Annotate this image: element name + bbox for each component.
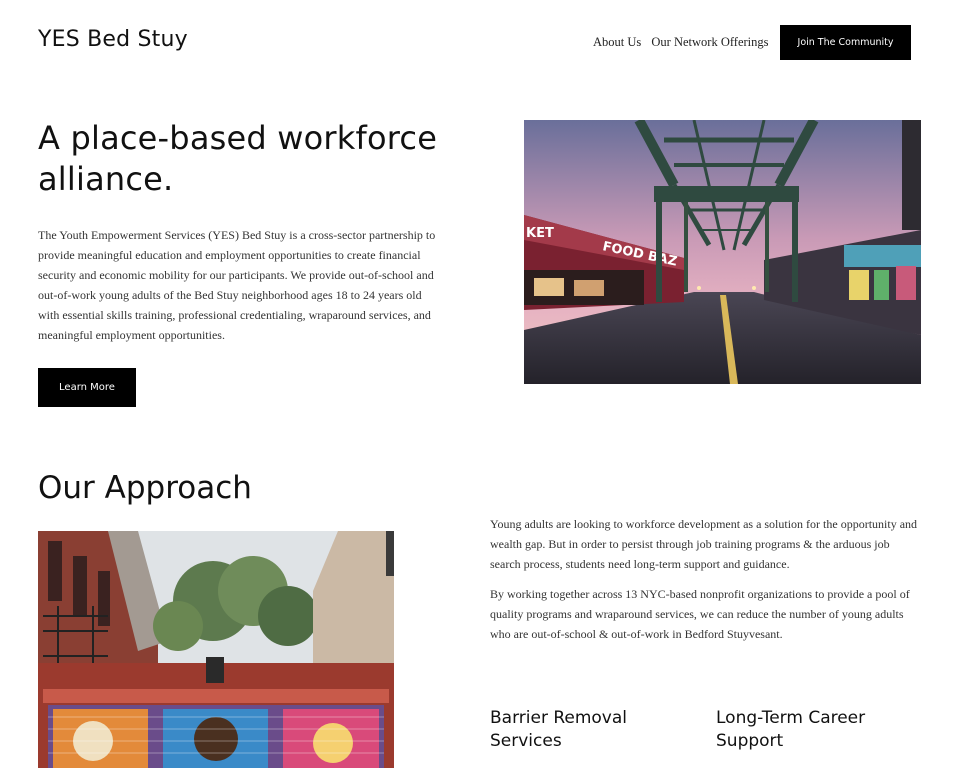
feature-barrier-removal: Barrier Removal Services	[490, 708, 628, 751]
main-nav: About Us Our Network Offerings	[593, 35, 776, 50]
section-heading-approach: Our Approach	[38, 470, 252, 506]
site-title[interactable]: YES Bed Stuy	[38, 27, 188, 52]
site-header: YES Bed Stuy About Us Our Network Offeri…	[0, 0, 960, 86]
hero-description: The Youth Empowerment Services (YES) Bed…	[38, 228, 436, 342]
join-community-button[interactable]: Join The Community	[780, 25, 911, 60]
approach-description: Young adults are looking to workforce de…	[490, 514, 922, 644]
feature-career-support: Long-Term Career Support	[716, 708, 866, 751]
learn-more-button[interactable]: Learn More	[38, 368, 136, 407]
nav-about-us[interactable]: About Us	[593, 35, 641, 49]
storefront-sign-left: KET	[526, 226, 554, 241]
hero-heading: A place-based workforce alliance.	[38, 119, 438, 198]
nav-network-offerings[interactable]: Our Network Offerings	[651, 35, 768, 49]
hero-street-photo: KET FOOD BAZ	[524, 120, 921, 384]
approach-paragraph-1: Young adults are looking to workforce de…	[490, 517, 918, 571]
mural-building-photo	[38, 531, 394, 768]
approach-paragraph-2: By working together across 13 NYC-based …	[490, 587, 910, 641]
